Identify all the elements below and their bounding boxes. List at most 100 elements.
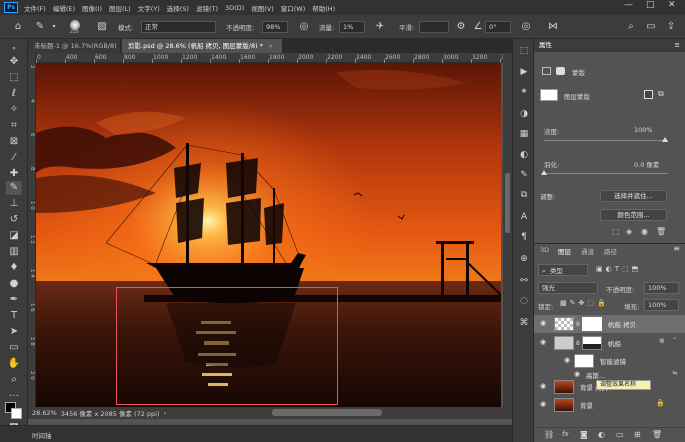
navigator-icon[interactable]: ◌	[518, 295, 530, 307]
menu-help[interactable]: 帮助(H)	[312, 3, 335, 13]
actions-icon[interactable]: ▶	[518, 66, 530, 78]
gradient-tool-icon[interactable]: ▥	[6, 245, 22, 259]
blend-mode-select[interactable]: 强光	[538, 282, 598, 294]
healing-brush-tool-icon[interactable]: ✚	[6, 167, 22, 181]
shapes-icon[interactable]: ✶	[518, 86, 530, 98]
minimize-button[interactable]: —	[624, 0, 633, 10]
scrollbar-thumb[interactable]	[505, 173, 510, 233]
timeline-label[interactable]: 时间轴	[32, 430, 52, 440]
menu-layer[interactable]: 图层(L)	[109, 3, 131, 13]
add-mask-icon[interactable]: ◙	[580, 430, 588, 439]
history-icon[interactable]: ⬚	[518, 45, 530, 57]
close-button[interactable]: ✕	[668, 0, 676, 10]
menu-window[interactable]: 窗口(W)	[281, 3, 306, 13]
feather-slider-knob[interactable]	[541, 170, 547, 175]
density-slider-knob[interactable]	[662, 137, 668, 142]
color-icon[interactable]: ◑	[518, 108, 530, 120]
pressure-size-icon[interactable]: ◎	[520, 20, 532, 33]
menu-filter[interactable]: 滤镜(T)	[196, 3, 218, 13]
eraser-tool-icon[interactable]: ◪	[6, 229, 22, 243]
styles-icon[interactable]: ⌘	[518, 317, 530, 329]
link-icon[interactable]: 8	[576, 340, 580, 347]
layer-row[interactable]: ◉ 背景 🔒	[534, 396, 685, 414]
shape-tool-icon[interactable]: ▭	[6, 341, 22, 355]
clone-stamp-tool-icon[interactable]: ⊥	[6, 197, 22, 211]
menu-select[interactable]: 选择(S)	[167, 3, 189, 13]
symmetry-icon[interactable]: ⋈	[547, 20, 559, 33]
tab-channels[interactable]: 通道	[581, 246, 594, 256]
tab-silhouette[interactable]: 剪影.psd @ 28.6% (帆船 拷贝, 图层蒙版/8) * ×	[122, 39, 282, 53]
eye-icon[interactable]: ◉	[540, 319, 546, 327]
panel-menu-icon[interactable]: ≡	[673, 244, 680, 253]
layer-mask-thumbnail[interactable]	[582, 336, 602, 350]
tab-untitled[interactable]: 未标题-1 @ 16.7%(RGB/8)×	[28, 39, 127, 53]
lasso-tool-icon[interactable]: ℓ	[6, 87, 22, 101]
tab-layers[interactable]: 图层	[558, 246, 571, 256]
eye-icon[interactable]: ◉	[564, 356, 570, 364]
history-brush-tool-icon[interactable]: ↺	[6, 213, 22, 227]
angle-field[interactable]: 0°	[485, 21, 511, 33]
frame-tool-icon[interactable]: ⊠	[6, 135, 22, 149]
vertical-scrollbar[interactable]	[503, 53, 512, 407]
zoom-level[interactable]: 28.62%	[32, 409, 57, 417]
menu-edit[interactable]: 编辑(E)	[53, 3, 75, 13]
chevron-down-icon[interactable]: ▾	[48, 20, 60, 33]
swatches-icon[interactable]: ▦	[518, 128, 530, 140]
horizontal-scrollbar[interactable]	[272, 409, 382, 416]
brush-preview-icon[interactable]	[70, 20, 80, 30]
fx-icon[interactable]: fx	[562, 430, 569, 438]
load-selection-icon[interactable]: ⬚	[612, 227, 620, 236]
delete-mask-icon[interactable]: 🗑	[656, 227, 666, 236]
close-tab-icon[interactable]: ×	[268, 42, 273, 50]
more-tools-icon[interactable]: …	[6, 387, 22, 401]
eyedropper-tool-icon[interactable]: ⁄	[6, 151, 22, 165]
eye-icon[interactable]: ◉	[540, 338, 546, 346]
type-tool-icon[interactable]: T	[6, 309, 22, 323]
pen-tool-icon[interactable]: ✒	[6, 293, 22, 307]
flow-field[interactable]: 1%	[339, 21, 365, 33]
new-layer-icon[interactable]: ⊞	[634, 430, 641, 439]
selection-rectangle[interactable]	[116, 287, 338, 405]
filter-icons[interactable]: ▣◐T⬚⬒	[596, 265, 641, 273]
tab-paths[interactable]: 路径	[604, 246, 617, 256]
link-layers-icon[interactable]: ⛓	[544, 430, 554, 439]
magic-wand-tool-icon[interactable]: ✧	[6, 103, 22, 117]
brush-tool-icon[interactable]: ✎	[6, 181, 22, 195]
adjustment-layer-icon[interactable]: ◐	[598, 430, 605, 439]
home-icon[interactable]: ⌂	[12, 20, 24, 33]
hand-tool-icon[interactable]: ✋	[6, 357, 22, 371]
pressure-opacity-icon[interactable]: ◎	[298, 20, 310, 33]
mode-select[interactable]: 正常	[141, 21, 216, 33]
color-range-button[interactable]: 颜色范围...	[600, 209, 667, 221]
maximize-button[interactable]: □	[646, 0, 655, 10]
kind-filter-select[interactable]: ⌕ 类型	[538, 264, 588, 276]
dodge-tool-icon[interactable]: ●	[6, 277, 22, 291]
chevron-up-icon[interactable]: ⌃	[672, 337, 677, 344]
marquee-tool-icon[interactable]: ⬚	[6, 71, 22, 85]
move-tool-icon[interactable]: ✥	[6, 55, 22, 69]
smoothing-field[interactable]	[419, 21, 449, 33]
filter-options-icon[interactable]: ≒	[672, 369, 678, 377]
paragraph-icon[interactable]: ¶	[518, 231, 530, 243]
feather-slider[interactable]	[544, 173, 668, 174]
layer-mask-thumbnail[interactable]	[582, 317, 602, 331]
menu-file[interactable]: 文件(F)	[24, 3, 46, 13]
menu-type[interactable]: 文字(Y)	[138, 3, 160, 13]
brush-panel-icon[interactable]: ▨	[96, 20, 108, 33]
airbrush-icon[interactable]: ✈	[374, 20, 386, 33]
menu-3d[interactable]: 3D(D)	[225, 4, 244, 12]
vector-mask-icon[interactable]	[556, 67, 565, 75]
glyphs-icon[interactable]: ⊕	[518, 253, 530, 265]
share-icon[interactable]: ⇪	[665, 20, 677, 33]
visibility-icon[interactable]: ◉	[641, 227, 648, 236]
brush-settings-icon[interactable]: ✎	[518, 169, 530, 181]
crop-tool-icon[interactable]: ⌗	[6, 119, 22, 133]
select-mask-icon[interactable]	[644, 90, 653, 99]
add-vector-mask-icon[interactable]: ⧉	[658, 89, 664, 99]
fill-field[interactable]: 100%	[644, 299, 679, 311]
lock-icons[interactable]: ▩✎✥⬚🔒	[560, 299, 609, 307]
density-slider[interactable]	[544, 140, 668, 141]
pixel-mask-icon[interactable]	[542, 67, 551, 75]
select-and-mask-button[interactable]: 选择并遮住...	[600, 190, 667, 202]
apply-mask-icon[interactable]: ◈	[626, 227, 632, 236]
